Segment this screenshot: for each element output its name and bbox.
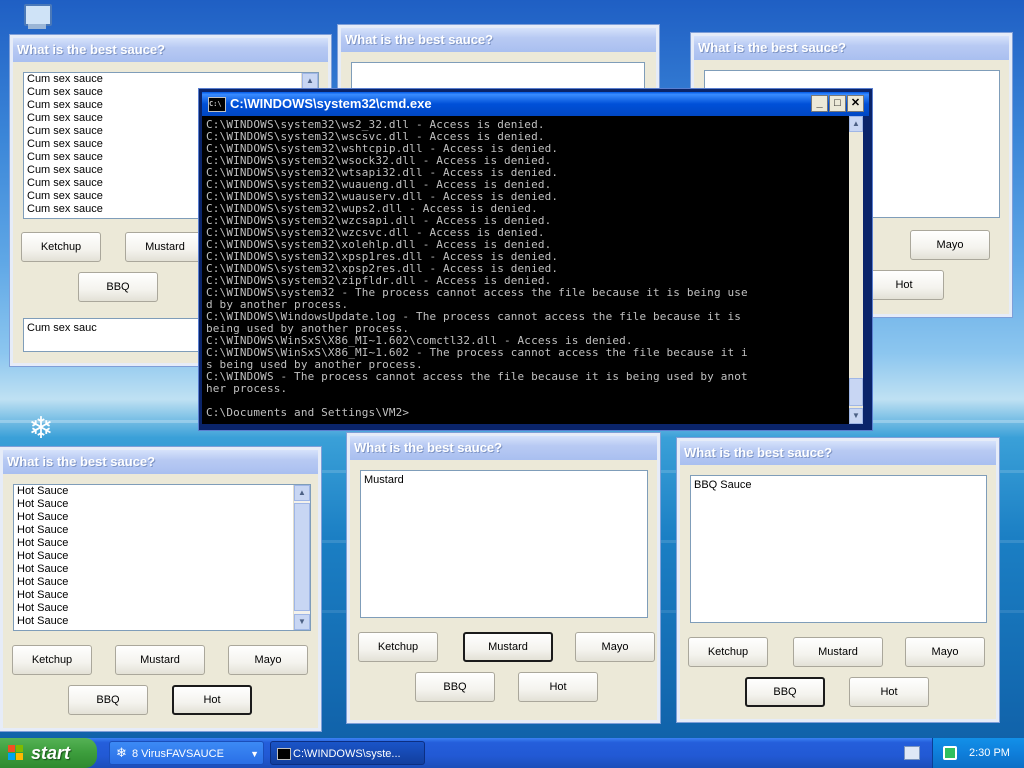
sauce-window-4[interactable]: What is the best sauce? Hot Sauce Hot Sau… <box>0 447 321 731</box>
mustard-button[interactable]: Mustard <box>125 232 205 262</box>
scroll-down-arrow-icon[interactable]: ▼ <box>849 408 863 424</box>
mayo-button[interactable]: Mayo <box>228 645 308 675</box>
bbq-button[interactable]: BBQ <box>415 672 495 702</box>
window-title[interactable]: What is the best sauce? <box>694 36 1009 60</box>
scroll-up-arrow-icon[interactable]: ▲ <box>294 485 310 501</box>
sauce-textbox[interactable]: BBQ Sauce <box>690 475 987 623</box>
mustard-button[interactable]: Mustard <box>463 632 553 662</box>
mustard-button[interactable]: Mustard <box>115 645 205 675</box>
scroll-up-arrow-icon[interactable]: ▲ <box>302 73 318 89</box>
snowflake-icon: ❄ <box>116 746 127 761</box>
taskbar-item-cmd[interactable]: C:\WINDOWS\syste... <box>270 741 425 765</box>
list-item[interactable]: Hot Sauce <box>14 563 310 576</box>
list-item[interactable]: Hot Sauce <box>14 576 310 589</box>
window-title[interactable]: What is the best sauce? <box>3 450 318 474</box>
list-item[interactable]: Cum sex sauce <box>24 73 318 86</box>
windows-logo-icon <box>8 745 24 761</box>
cmd-title-bar[interactable]: C:\ C:\WINDOWS\system32\cmd.exe _ □ ✕ <box>202 92 869 116</box>
scroll-up-arrow-icon[interactable]: ▲ <box>849 116 863 132</box>
hot-button[interactable]: Hot <box>849 677 929 707</box>
ketchup-button[interactable]: Ketchup <box>688 637 768 667</box>
sauce-window-5[interactable]: What is the best sauce? Mustard Ketchup … <box>347 433 660 723</box>
window-title[interactable]: What is the best sauce? <box>341 28 656 52</box>
cmd-icon: C:\ <box>208 97 226 112</box>
list-item[interactable]: Hot Sauce <box>14 589 310 602</box>
cmd-title: C:\WINDOWS\system32\cmd.exe <box>230 96 432 111</box>
minimize-button[interactable]: _ <box>811 95 828 112</box>
clock[interactable]: 2:30 PM <box>969 738 1010 768</box>
taskbar: start ❄ 8 VirusFAVSAUCE ▼ C:\WINDOWS\sys… <box>0 738 1024 768</box>
snowflake-icon[interactable]: ❄ <box>24 412 58 446</box>
bbq-button[interactable]: BBQ <box>78 272 158 302</box>
cmd-window[interactable]: C:\ C:\WINDOWS\system32\cmd.exe _ □ ✕ C:… <box>199 89 872 430</box>
ketchup-button[interactable]: Ketchup <box>12 645 92 675</box>
bbq-button[interactable]: BBQ <box>745 677 825 707</box>
hot-button[interactable]: Hot <box>172 685 252 715</box>
mustard-button[interactable]: Mustard <box>793 637 883 667</box>
mayo-button[interactable]: Mayo <box>910 230 990 260</box>
list-item[interactable]: Hot Sauce <box>14 498 310 511</box>
sauce-window-6[interactable]: What is the best sauce? BBQ Sauce Ketchu… <box>677 438 999 722</box>
bbq-button[interactable]: BBQ <box>68 685 148 715</box>
list-item[interactable]: Hot Sauce <box>14 537 310 550</box>
sauce-listbox[interactable]: Hot Sauce Hot Sauce Hot Sauce Hot Sauce Hot … <box>13 484 311 631</box>
keyboard-icon[interactable] <box>904 746 920 760</box>
scroll-thumb[interactable] <box>849 378 863 406</box>
my-computer-icon[interactable] <box>20 0 54 34</box>
window-title[interactable]: What is the best sauce? <box>350 436 657 460</box>
start-button[interactable]: start <box>0 738 97 768</box>
list-item[interactable]: Hot Sauce <box>14 602 310 615</box>
network-icon[interactable] <box>943 746 957 760</box>
ketchup-button[interactable]: Ketchup <box>21 232 101 262</box>
console-line: C:\Documents and Settings\VM2> <box>206 406 410 419</box>
console-output[interactable]: C:\WINDOWS\system32\ws2_32.dll - Access … <box>202 116 849 424</box>
taskbar-item-label: C:\WINDOWS\syste... <box>293 748 401 760</box>
console-line: her process. <box>206 382 288 395</box>
window-title[interactable]: What is the best sauce? <box>680 441 996 465</box>
listbox-scrollbar[interactable]: ▲ ▼ <box>293 485 310 630</box>
list-item[interactable]: Hot Sauce <box>14 550 310 563</box>
sauce-textbox[interactable]: Mustard <box>360 470 648 618</box>
taskbar-item-label: 8 VirusFAVSAUCE <box>132 748 224 760</box>
list-item[interactable]: Hot Sauce <box>14 511 310 524</box>
list-item[interactable]: Hot Sauce <box>14 615 310 628</box>
sauce-textbox[interactable]: Cum sex sauc <box>23 318 203 352</box>
system-tray: 2:30 PM <box>932 738 1024 768</box>
taskbar-item-virusfavsauce[interactable]: ❄ 8 VirusFAVSAUCE ▼ <box>109 741 264 765</box>
hot-button[interactable]: Hot <box>864 270 944 300</box>
console-line: C:\WINDOWS - The process cannot access t… <box>206 370 748 383</box>
cmd-icon <box>277 748 291 760</box>
scroll-thumb[interactable] <box>294 503 310 611</box>
close-button[interactable]: ✕ <box>847 95 864 112</box>
maximize-button[interactable]: □ <box>829 95 846 112</box>
start-label: start <box>31 743 71 763</box>
mayo-button[interactable]: Mayo <box>575 632 655 662</box>
mayo-button[interactable]: Mayo <box>905 637 985 667</box>
console-scrollbar[interactable]: ▲ ▼ <box>849 116 863 424</box>
list-item[interactable]: Hot Sauce <box>14 524 310 537</box>
window-title[interactable]: What is the best sauce? <box>13 38 328 62</box>
list-item[interactable]: Hot Sauce <box>14 485 310 498</box>
hot-button[interactable]: Hot <box>518 672 598 702</box>
chevron-down-icon: ▼ <box>250 749 259 759</box>
scroll-down-arrow-icon[interactable]: ▼ <box>294 614 310 630</box>
ketchup-button[interactable]: Ketchup <box>358 632 438 662</box>
